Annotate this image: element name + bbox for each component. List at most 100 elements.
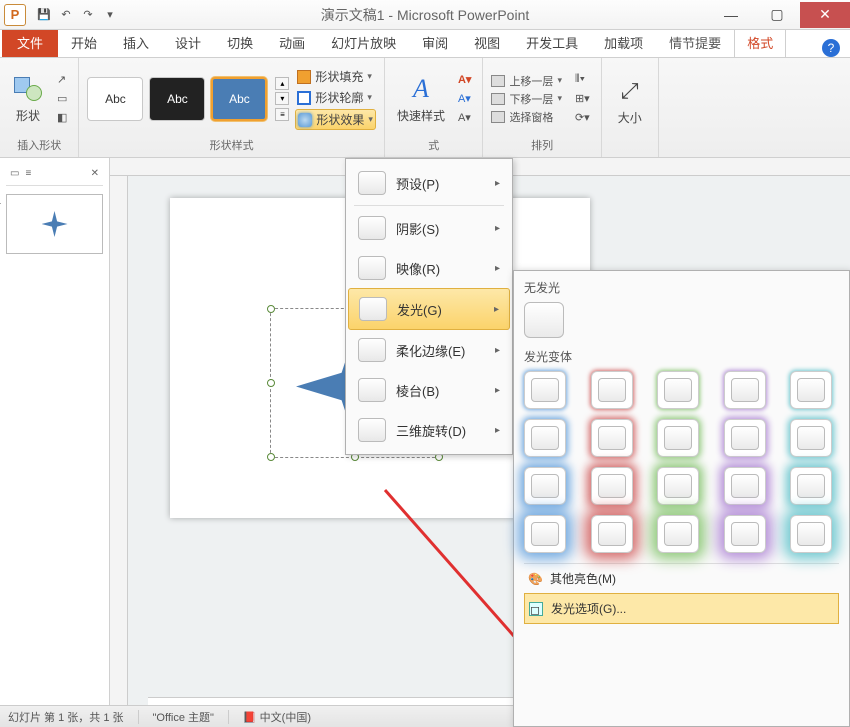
tab-slideshow[interactable]: 幻灯片放映 <box>318 27 409 57</box>
quick-styles-button[interactable]: A 快速样式 <box>393 71 449 126</box>
glow-variant[interactable] <box>724 467 766 505</box>
glow-variant[interactable] <box>790 419 832 457</box>
outline-tab-icon[interactable]: ≡ <box>25 168 31 179</box>
qat-more-icon[interactable]: ▾ <box>102 7 118 23</box>
send-backward-button[interactable]: 下移一层▾ <box>491 91 562 107</box>
soft-edges-icon <box>358 338 386 362</box>
resize-handle[interactable] <box>267 453 275 461</box>
palette-icon: 🎨 <box>528 572 542 586</box>
glow-variant[interactable] <box>524 419 566 457</box>
text-effects-icon[interactable]: A▾ <box>455 110 474 125</box>
selection-pane-button[interactable]: 选择窗格 <box>491 109 562 125</box>
style-item-3-selected[interactable]: Abc <box>211 77 267 121</box>
tab-file[interactable]: 文件 <box>2 27 58 57</box>
glow-options[interactable]: ◻发光选项(G)... <box>524 593 839 624</box>
tab-design[interactable]: 设计 <box>162 27 214 57</box>
glow-variant[interactable] <box>790 467 832 505</box>
gallery-up-icon[interactable]: ▴ <box>275 77 289 90</box>
tab-format[interactable]: 格式 <box>734 26 786 57</box>
glow-variant[interactable] <box>591 419 633 457</box>
glow-none-header: 无发光 <box>524 279 839 296</box>
fx-shadow[interactable]: 阴影(S)▸ <box>348 208 510 248</box>
size-button[interactable]: ⤢ 大小 <box>610 73 650 128</box>
glow-variant[interactable] <box>591 467 633 505</box>
tab-home[interactable]: 开始 <box>58 27 110 57</box>
glow-variant[interactable] <box>724 515 766 553</box>
glow-variant[interactable] <box>790 515 832 553</box>
glow-variant[interactable] <box>657 467 699 505</box>
shape-style-gallery[interactable]: Abc Abc Abc ▴ ▾ ≡ <box>87 77 289 121</box>
slides-tab-icon[interactable]: ▭ <box>10 168 19 179</box>
tab-story[interactable]: 情节提要 <box>656 27 734 57</box>
tab-transitions[interactable]: 切换 <box>214 27 266 57</box>
glow-variant[interactable] <box>657 515 699 553</box>
status-slide-count: 幻灯片 第 1 张，共 1 张 <box>8 709 124 725</box>
edit-shape-icon[interactable]: ↗ <box>54 72 70 87</box>
star-shape-icon <box>42 211 68 237</box>
merge-shape-icon[interactable]: ◧ <box>54 110 70 125</box>
resize-handle[interactable] <box>267 379 275 387</box>
shapes-button[interactable]: 形状 <box>8 71 48 126</box>
gallery-down-icon[interactable]: ▾ <box>275 92 289 105</box>
shape-outline-button[interactable]: 形状轮廓▾ <box>295 88 376 107</box>
style-item-1[interactable]: Abc <box>87 77 143 121</box>
tab-developer[interactable]: 开发工具 <box>513 27 591 57</box>
text-fill-icon[interactable]: A▾ <box>455 72 474 87</box>
group-label-wordart: 式 <box>393 135 474 155</box>
align-icon[interactable]: ⫴▾ <box>572 72 593 87</box>
shape-fill-button[interactable]: 形状填充▾ <box>295 67 376 86</box>
group-icon[interactable]: ⊞▾ <box>572 91 593 106</box>
undo-icon[interactable]: ↶ <box>58 7 74 23</box>
glow-options-icon: ◻ <box>529 602 543 616</box>
style-item-2[interactable]: Abc <box>149 77 205 121</box>
rotate-icon[interactable]: ⟳▾ <box>572 110 593 125</box>
group-shape-styles: Abc Abc Abc ▴▾≡ 形状填充▾ 形状轮廓▾ 形状效果▾ 形状样式 <box>79 58 385 157</box>
fx-3d-rotation[interactable]: 三维旋转(D)▸ <box>348 410 510 450</box>
glow-variant[interactable] <box>657 371 699 409</box>
glow-more-colors[interactable]: 🎨其他亮色(M) <box>524 564 839 593</box>
resize-handle[interactable] <box>267 305 275 313</box>
tab-review[interactable]: 审阅 <box>409 27 461 57</box>
fx-reflection[interactable]: 映像(R)▸ <box>348 248 510 288</box>
glow-variant[interactable] <box>524 467 566 505</box>
minimize-button[interactable]: — <box>708 2 754 28</box>
fx-soft-edges[interactable]: 柔化边缘(E)▸ <box>348 330 510 370</box>
gallery-more-icon[interactable]: ≡ <box>275 108 289 121</box>
preset-icon <box>358 171 386 195</box>
glow-variant[interactable] <box>724 371 766 409</box>
tab-insert[interactable]: 插入 <box>110 27 162 57</box>
redo-icon[interactable]: ↷ <box>80 7 96 23</box>
ribbon-tabs: 文件 开始 插入 设计 切换 动画 幻灯片放映 审阅 视图 开发工具 加载项 情… <box>0 30 850 58</box>
glow-variant[interactable] <box>657 419 699 457</box>
shape-effects-button[interactable]: 形状效果▾ <box>295 109 376 130</box>
save-icon[interactable]: 💾 <box>36 7 52 23</box>
help-icon[interactable]: ? <box>822 39 840 57</box>
tab-animations[interactable]: 动画 <box>266 27 318 57</box>
fx-preset[interactable]: 预设(P)▸ <box>348 163 510 203</box>
glow-variant[interactable] <box>790 371 832 409</box>
effect-icon <box>298 113 312 127</box>
tab-view[interactable]: 视图 <box>461 27 513 57</box>
fx-glow[interactable]: 发光(G)▸ <box>348 288 510 330</box>
fx-bevel[interactable]: 棱台(B)▸ <box>348 370 510 410</box>
glow-variant[interactable] <box>524 515 566 553</box>
group-label-arrange: 排列 <box>491 135 592 155</box>
app-icon[interactable]: P <box>4 4 26 26</box>
text-outline-icon[interactable]: A▾ <box>455 91 474 106</box>
shape-effects-menu: 预设(P)▸ 阴影(S)▸ 映像(R)▸ 发光(G)▸ 柔化边缘(E)▸ 棱台(… <box>345 158 513 455</box>
close-button[interactable]: ✕ <box>800 2 850 28</box>
glow-variant[interactable] <box>591 515 633 553</box>
bring-forward-icon <box>491 75 505 87</box>
bring-forward-button[interactable]: 上移一层▾ <box>491 73 562 89</box>
slide-thumbnail-1[interactable] <box>6 194 103 254</box>
glow-variant[interactable] <box>524 371 566 409</box>
glow-variant[interactable] <box>724 419 766 457</box>
shadow-icon <box>358 216 386 240</box>
close-pane-icon[interactable]: ✕ <box>91 168 99 179</box>
text-box-icon[interactable]: ▭ <box>54 91 70 106</box>
glow-none-option[interactable] <box>524 302 564 338</box>
maximize-button[interactable]: ▢ <box>754 2 800 28</box>
tab-addins[interactable]: 加载项 <box>591 27 656 57</box>
status-language[interactable]: 📕 中文(中国) <box>243 709 311 725</box>
glow-variant[interactable] <box>591 371 633 409</box>
